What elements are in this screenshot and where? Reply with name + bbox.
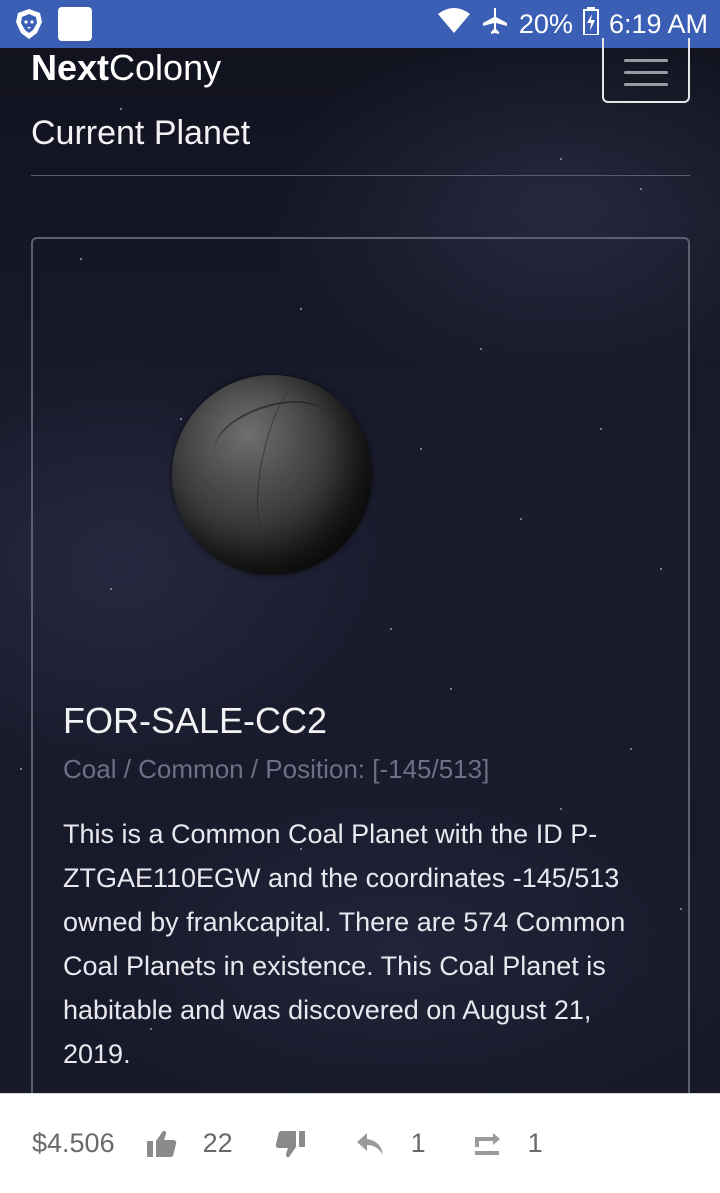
- reply-count: 1: [410, 1128, 426, 1158]
- brand-bold-text: Next: [31, 47, 110, 88]
- airplane-mode-icon: [481, 7, 509, 42]
- post-action-bar: $4.506 22 1 1: [0, 1093, 720, 1193]
- battery-charging-icon: [582, 6, 599, 42]
- menu-bar-icon: [624, 59, 668, 62]
- planet-name: FOR-SALE-CC2: [63, 700, 328, 741]
- wifi-icon: [437, 7, 471, 41]
- menu-bar-icon: [624, 83, 668, 86]
- brand-logo[interactable]: NextColony: [31, 47, 221, 89]
- planet-image: [172, 375, 372, 575]
- thumbs-up-icon[interactable]: [145, 1127, 179, 1161]
- hamburger-menu-button[interactable]: [602, 38, 690, 103]
- planet-description: This is a Common Coal Planet with the ID…: [63, 819, 626, 1069]
- planet-meta: Coal / Common / Position: [-145/513]: [63, 754, 490, 784]
- brand-rest-text: Colony: [109, 47, 222, 88]
- payout-value[interactable]: $4.506: [32, 1128, 115, 1159]
- clock-time: 6:19 AM: [608, 8, 708, 39]
- menu-bar-icon: [624, 71, 668, 74]
- notification-square-icon: [58, 7, 92, 41]
- brave-lion-icon: [12, 7, 46, 41]
- upvote-count: 22: [202, 1128, 233, 1158]
- title-divider: [31, 175, 690, 176]
- battery-percent: 20%: [518, 8, 573, 39]
- page-title: Current Planet: [31, 114, 251, 152]
- reply-icon[interactable]: [353, 1127, 387, 1161]
- resteem-icon[interactable]: [470, 1127, 504, 1161]
- resteem-count: 1: [527, 1128, 543, 1158]
- thumbs-down-icon[interactable]: [273, 1127, 307, 1161]
